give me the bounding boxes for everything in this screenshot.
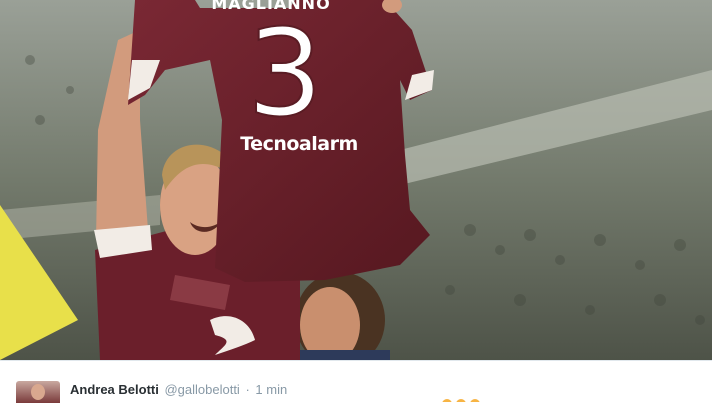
teammate-face bbox=[300, 287, 360, 360]
meta-separator: · bbox=[245, 382, 250, 397]
tweet-timestamp[interactable]: 1 min bbox=[255, 382, 287, 397]
user-avatar-icon[interactable] bbox=[16, 381, 60, 403]
jersey-number-text: 3 bbox=[246, 5, 324, 144]
emoji-row-partial bbox=[442, 396, 490, 402]
jersey-sponsor-text: Tecnoalarm bbox=[240, 133, 358, 155]
author-handle[interactable]: @gallobelotti bbox=[164, 382, 239, 397]
photo-illustration bbox=[0, 0, 712, 360]
tweet-author: Andrea Belotti @gallobelotti · 1 min bbox=[70, 381, 287, 399]
tweet-photo[interactable]: MAGLIANNO 3 Tecnoalarm bbox=[0, 0, 712, 360]
tweet-header: Andrea Belotti @gallobelotti · 1 min bbox=[0, 360, 712, 403]
author-display-name[interactable]: Andrea Belotti bbox=[70, 382, 159, 397]
